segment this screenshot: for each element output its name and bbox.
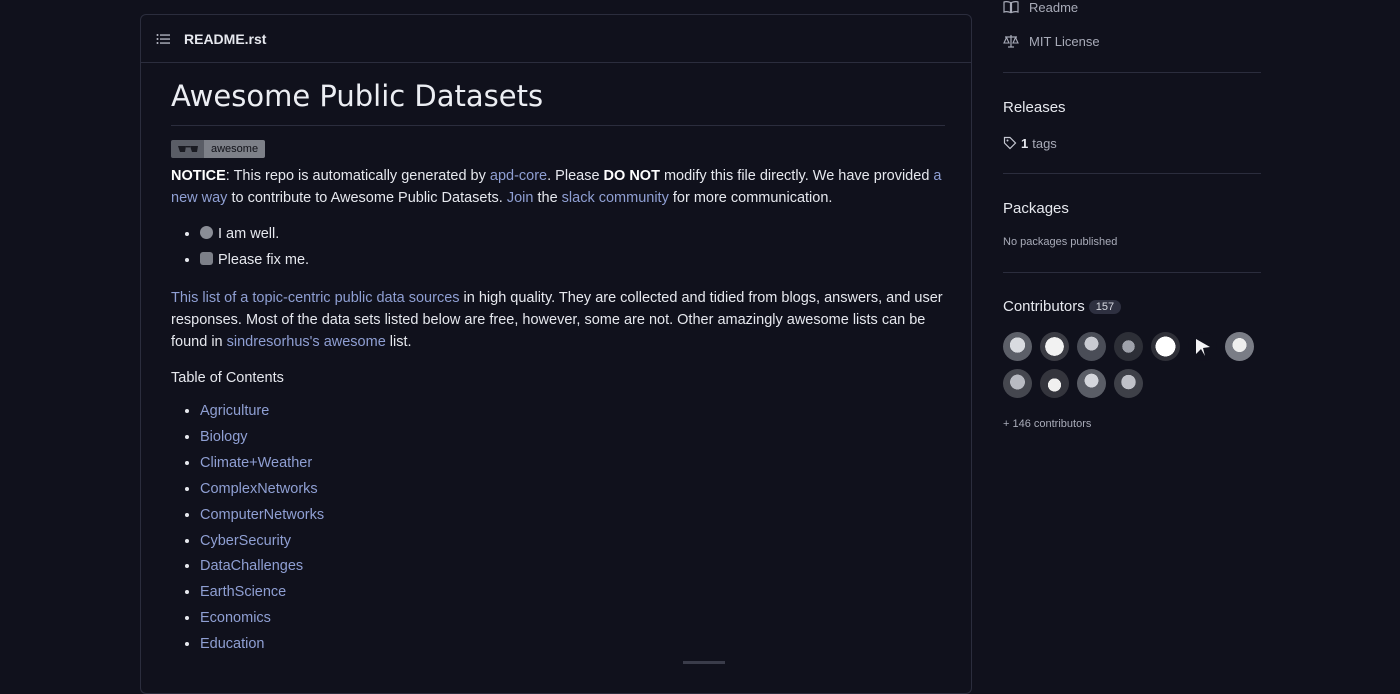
intro-paragraph: This list of a topic-centric public data… — [171, 287, 945, 353]
sunglasses-icon — [171, 140, 204, 158]
divider — [1003, 272, 1261, 273]
avatar[interactable] — [1003, 369, 1032, 398]
avatar[interactable] — [1077, 332, 1106, 361]
readme-body: Awesome Public Datasets awesome NOTICE: … — [171, 75, 945, 658]
avatar[interactable] — [1040, 332, 1069, 361]
contributors-heading[interactable]: Contributors — [1003, 298, 1085, 315]
awesome-badge[interactable]: awesome — [171, 140, 266, 158]
readme-link[interactable]: Readme — [1003, 0, 1078, 17]
notice-text-5: the — [533, 190, 562, 206]
avatar[interactable] — [1003, 332, 1032, 361]
toc-link-climate-weather[interactable]: Climate+Weather — [200, 455, 312, 471]
readme-panel: README.rst Awesome Public Datasets aweso… — [140, 14, 972, 694]
contributors-header: Contributors 157 — [1003, 298, 1122, 316]
notice-text-1: : This repo is automatically generated b… — [225, 168, 490, 184]
toc-link-cyber-security[interactable]: CyberSecurity — [200, 533, 291, 549]
toc-item: EarthScience — [200, 580, 945, 606]
law-icon — [1003, 35, 1019, 48]
check-badge-icon — [200, 226, 213, 239]
tags-count: 1 — [1021, 135, 1029, 151]
contributors-avatars — [1003, 332, 1254, 398]
toc-link-complex-networks[interactable]: ComplexNetworks — [200, 481, 318, 497]
book-icon — [1003, 1, 1019, 14]
divider — [1003, 72, 1261, 73]
toc-item: ComplexNetworks — [200, 477, 945, 503]
contributors-count: 157 — [1088, 300, 1122, 314]
sindresorhus-link[interactable]: sindresorhus's awesome — [227, 334, 386, 350]
tags-label: tags — [1032, 135, 1057, 151]
status-text: Please fix me. — [218, 252, 310, 268]
toc-link-earth-science[interactable]: EarthScience — [200, 584, 286, 600]
toc-link-biology[interactable]: Biology — [200, 429, 248, 445]
join-link[interactable]: Join — [507, 190, 534, 206]
toc-item: CyberSecurity — [200, 529, 945, 555]
toc-item: Biology — [200, 425, 945, 451]
more-contributors-link[interactable]: + 146 contributors — [1003, 418, 1091, 430]
readme-link-label: Readme — [1029, 0, 1079, 15]
badge-label: awesome — [204, 140, 266, 158]
avatar[interactable] — [1225, 332, 1254, 361]
toc-link-education[interactable]: Education — [200, 636, 265, 652]
toc-link-economics[interactable]: Economics — [200, 610, 271, 626]
avatar[interactable] — [1077, 369, 1106, 398]
toc-item: DataChallenges — [200, 554, 945, 580]
notice-paragraph: NOTICE: This repo is automatically gener… — [171, 165, 945, 209]
table-of-contents: Agriculture Biology Climate+Weather Comp… — [171, 399, 945, 658]
releases-heading[interactable]: Releases — [1003, 99, 1066, 116]
toc-title: Table of Contents — [171, 370, 284, 386]
toc-item: ComputerNetworks — [200, 503, 945, 529]
toc-item: Climate+Weather — [200, 451, 945, 477]
toc-link-data-challenges[interactable]: DataChallenges — [200, 558, 303, 574]
avatar[interactable] — [1114, 369, 1143, 398]
license-link-label: MIT License — [1029, 33, 1100, 49]
list-icon[interactable] — [156, 32, 170, 46]
avatar[interactable] — [1188, 332, 1217, 361]
tags-link[interactable]: 1 tags — [1003, 133, 1057, 153]
status-text: I am well. — [218, 226, 280, 242]
avatar[interactable] — [1040, 369, 1069, 398]
avatar[interactable] — [1151, 332, 1180, 361]
toc-item: Education — [200, 632, 945, 658]
apd-core-link[interactable]: apd-core — [490, 168, 547, 184]
notice-text-3: modify this file directly. We have provi… — [659, 168, 934, 184]
gear-badge-icon — [200, 252, 213, 265]
tag-icon — [1003, 136, 1017, 150]
page-title: Awesome Public Datasets — [171, 75, 945, 126]
toc-item: Economics — [200, 606, 945, 632]
divider — [1003, 173, 1261, 174]
topic-list-link[interactable]: This list of a topic-centric public data… — [171, 290, 460, 306]
slack-community-link[interactable]: slack community — [562, 190, 669, 206]
readme-header: README.rst — [141, 15, 971, 63]
avatar[interactable] — [1114, 332, 1143, 361]
intro-text-2: list. — [385, 334, 412, 350]
packages-heading[interactable]: Packages — [1003, 200, 1069, 217]
notice-bold: DO NOT — [603, 168, 660, 184]
list-item: Please fix me. — [200, 247, 945, 273]
toc-item: Agriculture — [200, 399, 945, 425]
list-item: I am well. — [200, 221, 945, 247]
status-list: I am well. Please fix me. — [171, 221, 945, 273]
notice-text-2: . Please — [547, 168, 604, 184]
toc-link-agriculture[interactable]: Agriculture — [200, 403, 269, 419]
notice-text-4: to contribute to Awesome Public Datasets… — [227, 190, 507, 206]
notice-lead: NOTICE — [171, 168, 226, 184]
readme-filename[interactable]: README.rst — [184, 31, 266, 47]
notice-text-6: for more communication. — [668, 190, 833, 206]
license-link[interactable]: MIT License — [1003, 31, 1100, 51]
no-packages-text: No packages published — [1003, 236, 1118, 248]
toc-link-computer-networks[interactable]: ComputerNetworks — [200, 507, 324, 523]
